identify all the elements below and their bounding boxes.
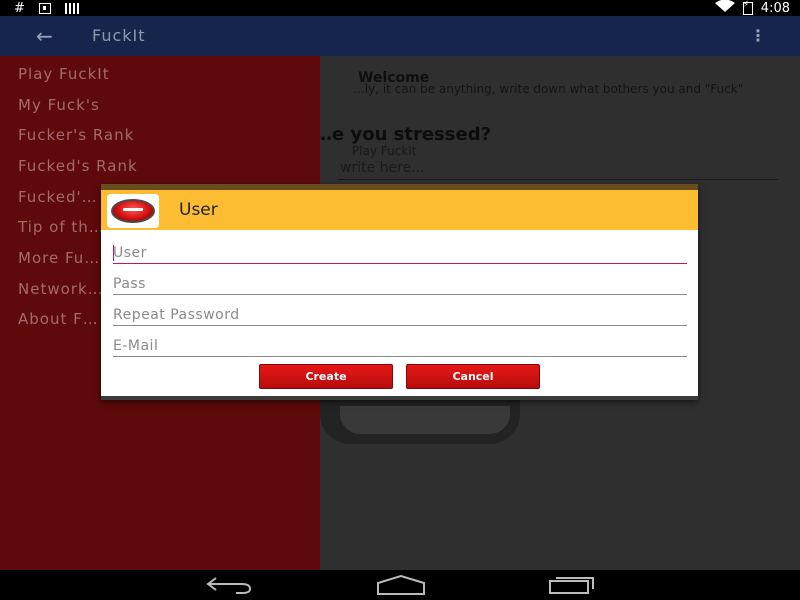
hash-icon: # [14, 0, 25, 16]
repeat-password-input[interactable] [113, 304, 687, 326]
drawer-item-fuckeds-rank[interactable]: Fucked's Rank [18, 157, 138, 175]
nav-recents-icon[interactable] [548, 574, 596, 596]
drawer-item-tip[interactable]: Tip of th… [18, 218, 105, 236]
user-input[interactable] [113, 242, 687, 264]
intro-text: …ly, it can be anything, write down what… [352, 82, 744, 96]
email-input[interactable] [113, 335, 687, 357]
user-dialog: User Create Cancel [101, 184, 698, 400]
text-cursor [113, 245, 114, 261]
stressed-heading: …e you stressed? [320, 124, 492, 145]
nav-home-icon[interactable] [376, 574, 426, 596]
drawer-item-fucked[interactable]: Fucked'… [18, 188, 98, 206]
write-input[interactable]: write here... [338, 160, 778, 180]
app-title: FuckIt [92, 26, 146, 45]
overflow-menu-icon[interactable]: ⋮ [750, 26, 766, 45]
status-bar: # 4:08 [0, 0, 800, 16]
signal-icon [64, 2, 79, 14]
repeat-password-field[interactable] [113, 304, 687, 326]
dialog-header: User [101, 190, 698, 230]
system-nav-bar [0, 570, 800, 600]
arrow-back-icon[interactable]: ← [36, 24, 53, 48]
pass-input[interactable] [113, 273, 687, 295]
dialog-bottom-strip [101, 396, 698, 400]
drawer-item-more[interactable]: More Fu… [18, 249, 100, 267]
drawer-item-fuckers-rank[interactable]: Fucker's Rank [18, 126, 134, 144]
drawer-item-play[interactable]: Play FuckIt [18, 65, 110, 83]
cancel-button[interactable]: Cancel [406, 364, 540, 389]
pass-field[interactable] [113, 273, 687, 295]
drawer-item-my-fucks[interactable]: My Fuck's [18, 96, 100, 114]
red-button-logo-icon [107, 194, 159, 228]
email-field[interactable] [113, 335, 687, 357]
wifi-icon [714, 0, 735, 16]
download-icon [38, 2, 51, 14]
dialog-title: User [179, 200, 218, 220]
nav-back-icon[interactable] [206, 574, 252, 596]
app-bar: ← FuckIt ⋮ [0, 16, 800, 56]
user-field[interactable] [113, 242, 687, 264]
play-link[interactable]: Play FuckIt [352, 144, 416, 158]
create-button[interactable]: Create [259, 364, 393, 389]
battery-icon [742, 0, 753, 15]
clock: 4:08 [760, 0, 790, 16]
drawer-item-network[interactable]: Network… [18, 280, 104, 298]
drawer-item-about[interactable]: About F… [18, 310, 99, 328]
